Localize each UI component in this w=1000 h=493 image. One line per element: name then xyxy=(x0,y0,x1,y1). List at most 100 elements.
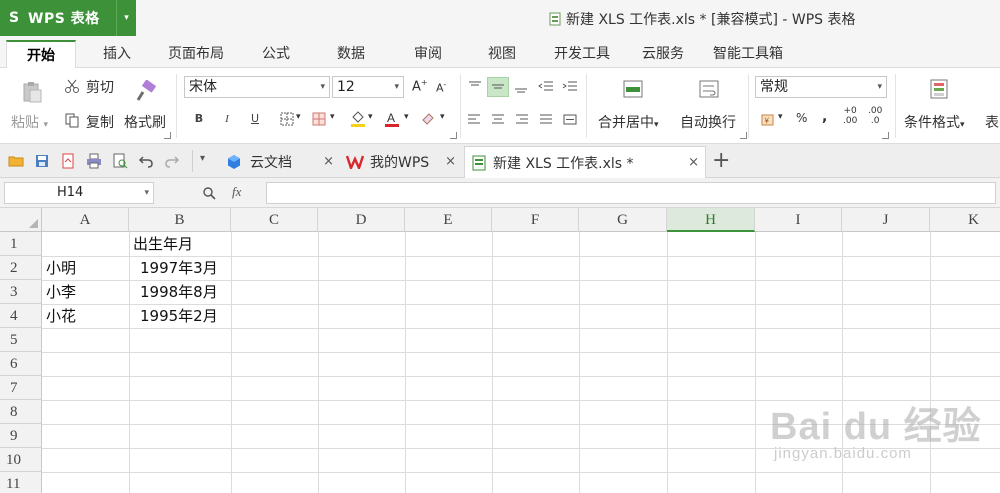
cell-B3[interactable]: 1998年8月 xyxy=(140,280,218,304)
close-icon[interactable]: × xyxy=(445,154,456,169)
close-icon[interactable]: × xyxy=(323,154,334,169)
column-header-D[interactable]: D xyxy=(318,208,405,232)
wps-app-menu-button[interactable]: S WPS 表格 ▾ xyxy=(0,0,136,36)
borders-icon[interactable] xyxy=(280,112,294,126)
tab-formulas[interactable]: 公式 xyxy=(250,40,302,68)
chevron-down-icon[interactable]: ▾ xyxy=(404,112,409,122)
chevron-down-icon[interactable]: ▾ xyxy=(330,112,335,122)
format-painter-button[interactable]: 格式刷 xyxy=(124,112,166,132)
merge-center-button[interactable]: 合并居中▾ xyxy=(598,112,659,132)
table-style-button[interactable]: 表 xyxy=(985,112,999,132)
align-bottom-icon[interactable] xyxy=(512,78,530,96)
currency-icon[interactable]: ¥ xyxy=(760,112,776,128)
tab-smart-toolbox[interactable]: 智能工具箱 xyxy=(706,40,790,68)
tab-page-layout[interactable]: 页面布局 xyxy=(160,40,232,68)
column-header-F[interactable]: F xyxy=(492,208,579,232)
tab-home[interactable]: 开始 xyxy=(6,40,76,69)
copy-button[interactable]: 复制 xyxy=(86,112,114,132)
doc-tab-cloud[interactable]: 云文档 × xyxy=(222,146,340,178)
cut-button[interactable]: 剪切 xyxy=(86,77,114,97)
insert-function-button[interactable]: fx xyxy=(232,184,241,200)
print-preview-icon[interactable] xyxy=(112,153,128,169)
cell-B2[interactable]: 1997年3月 xyxy=(140,256,218,280)
shrink-font-button[interactable]: A- xyxy=(436,80,446,95)
row-header-8[interactable]: 8 xyxy=(0,400,42,424)
font-name-select[interactable]: 宋体 ▾ xyxy=(184,76,330,98)
row-header-2[interactable]: 2 xyxy=(0,256,42,280)
italic-button[interactable]: I xyxy=(218,110,236,128)
undo-icon[interactable] xyxy=(138,153,154,169)
open-folder-icon[interactable] xyxy=(8,153,24,169)
select-all-corner[interactable] xyxy=(0,208,42,232)
underline-button[interactable]: U xyxy=(246,110,264,128)
tab-developer[interactable]: 开发工具 xyxy=(546,40,618,68)
merge-center-icon[interactable] xyxy=(622,78,644,100)
row-header-10[interactable]: 10 xyxy=(0,448,42,472)
column-header-G[interactable]: G xyxy=(579,208,667,232)
number-format-select[interactable]: 常规 ▾ xyxy=(755,76,887,98)
percent-button[interactable]: % xyxy=(796,111,807,125)
export-pdf-icon[interactable] xyxy=(60,153,76,169)
alignment-dialog-launcher[interactable] xyxy=(740,132,747,139)
cell-A4[interactable]: 小花 xyxy=(46,304,76,328)
align-top-icon[interactable] xyxy=(466,78,484,96)
format-painter-icon[interactable] xyxy=(134,80,158,104)
tab-view[interactable]: 视图 xyxy=(476,40,528,68)
number-dialog-launcher[interactable] xyxy=(882,132,889,139)
align-right-icon[interactable] xyxy=(514,112,530,128)
cell-A2[interactable]: 小明 xyxy=(46,256,76,280)
redo-icon[interactable] xyxy=(164,153,180,169)
grow-font-button[interactable]: A+ xyxy=(412,78,428,94)
row-header-6[interactable]: 6 xyxy=(0,352,42,376)
tab-cloud[interactable]: 云服务 xyxy=(634,40,692,68)
zoom-search-icon[interactable] xyxy=(202,186,216,200)
decrease-indent-icon[interactable] xyxy=(538,78,556,96)
row-header-7[interactable]: 7 xyxy=(0,376,42,400)
name-box[interactable]: H14 ▾ xyxy=(4,182,154,204)
conditional-format-icon[interactable] xyxy=(928,78,950,100)
paste-icon[interactable] xyxy=(20,80,44,104)
wrap-text-button[interactable]: 自动换行 xyxy=(680,112,736,132)
cell-B4[interactable]: 1995年2月 xyxy=(140,304,218,328)
close-icon[interactable]: × xyxy=(688,155,699,170)
paste-button[interactable]: 粘贴 ▾ xyxy=(11,112,48,132)
doc-tab-current-file[interactable]: 新建 XLS 工作表.xls * × xyxy=(464,146,706,178)
row-header-3[interactable]: 3 xyxy=(0,280,42,304)
new-tab-plus-icon[interactable]: + xyxy=(712,148,730,173)
align-middle-button[interactable] xyxy=(487,77,509,97)
row-header-9[interactable]: 9 xyxy=(0,424,42,448)
chevron-down-icon[interactable]: ▾ xyxy=(116,0,136,36)
tab-data[interactable]: 数据 xyxy=(325,40,377,68)
align-left-icon[interactable] xyxy=(466,112,482,128)
column-header-I[interactable]: I xyxy=(755,208,842,232)
doc-tab-my-wps[interactable]: 我的WPS × xyxy=(342,146,462,178)
column-header-K[interactable]: K xyxy=(930,208,1000,232)
font-dialog-launcher[interactable] xyxy=(450,132,457,139)
row-header-1[interactable]: 1 xyxy=(0,232,42,256)
font-color-icon[interactable]: A xyxy=(384,110,400,128)
increase-decimal-button[interactable]: +0 .00 xyxy=(843,106,857,126)
conditional-format-button[interactable]: 条件格式▾ xyxy=(904,112,965,132)
font-size-select[interactable]: 12 ▾ xyxy=(332,76,404,98)
row-header-11[interactable]: 11 xyxy=(0,472,42,493)
column-header-H[interactable]: H xyxy=(667,208,755,232)
tab-review[interactable]: 审阅 xyxy=(402,40,454,68)
row-header-4[interactable]: 4 xyxy=(0,304,42,328)
cell-B1[interactable]: 出生年月 xyxy=(133,232,193,256)
increase-indent-icon[interactable] xyxy=(562,78,580,96)
cell-style-icon[interactable] xyxy=(312,112,326,126)
column-header-B[interactable]: B xyxy=(129,208,231,232)
save-icon[interactable] xyxy=(34,153,50,169)
cell-A3[interactable]: 小李 xyxy=(46,280,76,304)
chevron-down-icon[interactable]: ▾ xyxy=(778,112,783,122)
column-header-A[interactable]: A xyxy=(42,208,129,232)
decrease-decimal-button[interactable]: .00 .0 xyxy=(868,106,882,126)
formula-input[interactable] xyxy=(266,182,996,204)
chevron-down-icon[interactable]: ▾ xyxy=(368,112,373,122)
bold-button[interactable]: B xyxy=(190,110,208,128)
print-icon[interactable] xyxy=(86,153,102,169)
clipboard-dialog-launcher[interactable] xyxy=(164,132,171,139)
fill-color-icon[interactable] xyxy=(350,110,366,128)
customize-toolbar-icon[interactable]: ▾ xyxy=(200,153,205,164)
distributed-align-icon[interactable] xyxy=(562,112,578,128)
